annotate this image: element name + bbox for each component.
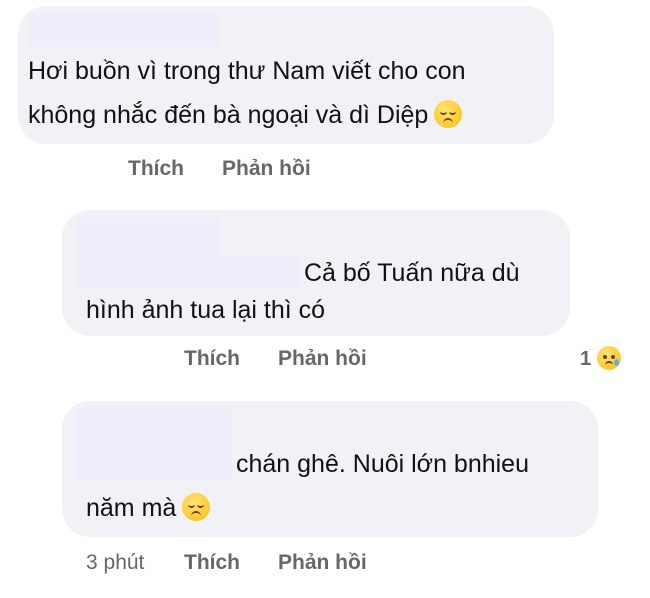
comment-text-line: năm mà (86, 494, 177, 522)
redacted-commenter-name (76, 255, 302, 288)
comment-text-line: chán ghê. Nuôi lớn bnhieu (236, 450, 529, 478)
pensive-face-icon (182, 493, 211, 521)
comment-actions: Thích Phản hồi (0, 347, 650, 375)
comment-text: Cả bố Tuấn nữa dù (304, 254, 520, 292)
comment-text-line: hình ảnh tua lại thì có (86, 296, 326, 324)
comment-text: hình ảnh tua lại thì có (86, 291, 325, 329)
comment-timestamp: 3 phút (86, 551, 145, 574)
like-button[interactable]: Thích (128, 157, 184, 181)
like-button[interactable]: Thích (184, 347, 240, 371)
comment-text: không nhắc đến bà ngoại và dì Diệp (28, 96, 463, 134)
redacted-commenter-name (74, 408, 232, 446)
redacted-commenter-name (30, 14, 218, 47)
comment-text-line: không nhắc đến bà ngoại và dì Diệp (28, 101, 429, 129)
redacted-commenter-name (74, 446, 232, 480)
comment-text-line: Cả bố Tuấn nữa dù (304, 259, 520, 287)
reply-button[interactable]: Phản hồi (222, 157, 311, 181)
reply-button[interactable]: Phản hồi (278, 347, 367, 371)
redacted-commenter-name (76, 217, 221, 255)
reaction-count: 1 (580, 348, 592, 370)
pensive-face-icon (434, 100, 463, 128)
comment-text: chán ghê. Nuôi lớn bnhieu (236, 445, 529, 483)
comment-actions: Thích Phản hồi (0, 157, 650, 185)
comment-actions: 3 phút Thích Phản hồi (0, 551, 650, 579)
reply-button[interactable]: Phản hồi (278, 551, 367, 575)
comment-text-line: Hơi buồn vì trong thư Nam viết cho con (28, 57, 466, 85)
comment-text: Hơi buồn vì trong thư Nam viết cho con (28, 52, 466, 90)
comment-text: năm mà (86, 489, 211, 527)
reaction-summary[interactable]: 1 (580, 346, 622, 371)
like-button[interactable]: Thích (184, 551, 240, 575)
crying-face-icon (597, 346, 622, 370)
